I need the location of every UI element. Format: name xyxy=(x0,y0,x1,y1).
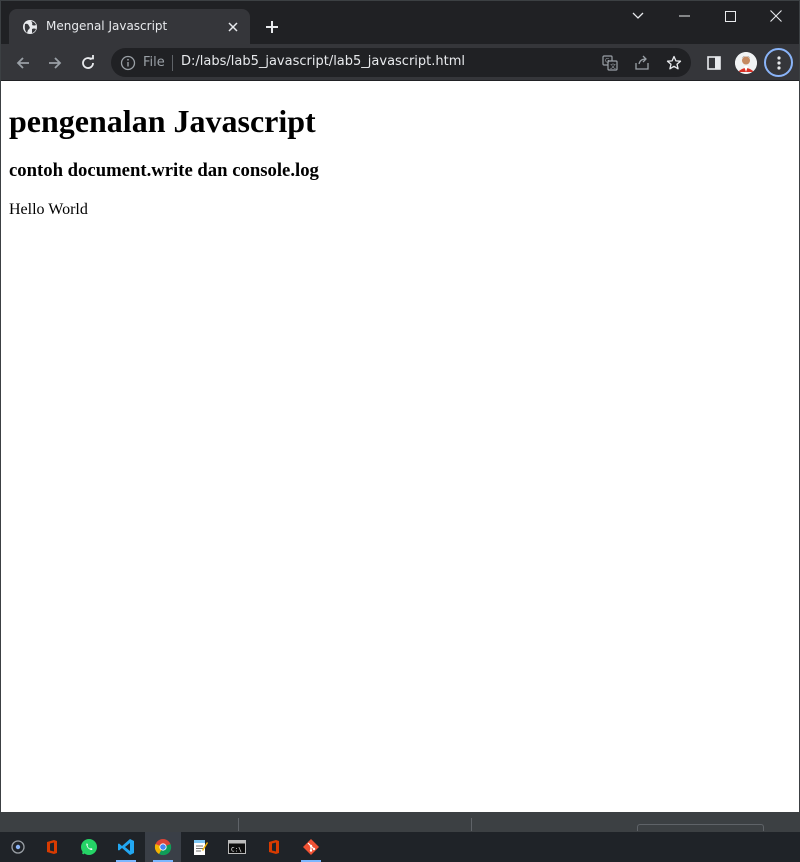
kebab-menu-icon xyxy=(776,55,781,70)
chrome-icon[interactable] xyxy=(145,832,181,862)
translate-icon[interactable]: 文G xyxy=(601,54,619,72)
page-content: pengenalan Javascript contoh document.wr… xyxy=(1,81,799,812)
maximize-icon xyxy=(724,10,736,22)
browser-toolbar: File D:/labs/lab5_javascript/lab5_javasc… xyxy=(1,44,799,81)
browser-menu-button[interactable] xyxy=(764,48,793,77)
side-panel-button[interactable] xyxy=(700,49,728,77)
vscode-icon[interactable] xyxy=(108,832,144,862)
reload-button[interactable] xyxy=(74,49,102,77)
scheme-label: File xyxy=(143,55,165,70)
minimize-icon xyxy=(678,15,690,17)
notepad-icon[interactable] xyxy=(182,832,218,862)
profile-avatar[interactable] xyxy=(735,52,757,74)
divider xyxy=(238,818,239,831)
divider xyxy=(471,818,472,831)
git-icon[interactable] xyxy=(293,832,329,862)
terminal-icon[interactable]: C:\ xyxy=(219,832,255,862)
side-panel-icon xyxy=(707,56,721,70)
plus-icon xyxy=(266,21,278,33)
new-tab-button[interactable] xyxy=(260,15,284,39)
info-icon[interactable] xyxy=(120,55,136,71)
whatsapp-icon[interactable] xyxy=(71,832,107,862)
url-text[interactable]: D:/labs/lab5_javascript/lab5_javascript.… xyxy=(181,54,465,69)
arrow-left-icon xyxy=(16,57,29,69)
office-icon[interactable] xyxy=(34,832,70,862)
taskbar: C:\ xyxy=(0,832,800,862)
globe-icon xyxy=(22,19,38,35)
tab-search-button[interactable] xyxy=(615,1,661,31)
tab-mengenal-javascript[interactable]: Mengenal Javascript xyxy=(9,9,250,44)
svg-text:G: G xyxy=(605,58,610,65)
page-heading: pengenalan Javascript xyxy=(9,103,316,139)
reload-icon xyxy=(82,55,94,69)
back-button[interactable] xyxy=(9,49,37,77)
page-paragraph: Hello World xyxy=(9,201,88,218)
minimize-button[interactable] xyxy=(661,1,707,31)
chevron-down-icon xyxy=(632,12,644,19)
close-icon xyxy=(770,10,782,22)
share-icon[interactable] xyxy=(633,54,651,72)
close-tab-icon[interactable] xyxy=(224,18,242,36)
bottom-panel-strip xyxy=(1,812,799,831)
arrow-right-icon xyxy=(49,57,62,69)
bookmark-star-icon[interactable] xyxy=(665,54,683,72)
start-circle-icon[interactable] xyxy=(0,832,36,862)
maximize-button[interactable] xyxy=(707,1,753,31)
office-icon[interactable] xyxy=(256,832,292,862)
tab-strip: Mengenal Javascript xyxy=(1,1,799,44)
panel-tab[interactable] xyxy=(637,824,764,831)
svg-text:文: 文 xyxy=(610,63,616,71)
browser-window: Mengenal Javascript File D:/labs/lab5_ja… xyxy=(0,0,800,832)
separator xyxy=(172,55,173,71)
address-bar[interactable]: File D:/labs/lab5_javascript/lab5_javasc… xyxy=(111,48,691,77)
tab-title: Mengenal Javascript xyxy=(46,19,168,33)
close-window-button[interactable] xyxy=(753,1,799,31)
forward-button[interactable] xyxy=(41,49,69,77)
svg-text:C:\: C:\ xyxy=(231,847,242,854)
page-subheading: contoh document.write dan console.log xyxy=(9,160,319,181)
